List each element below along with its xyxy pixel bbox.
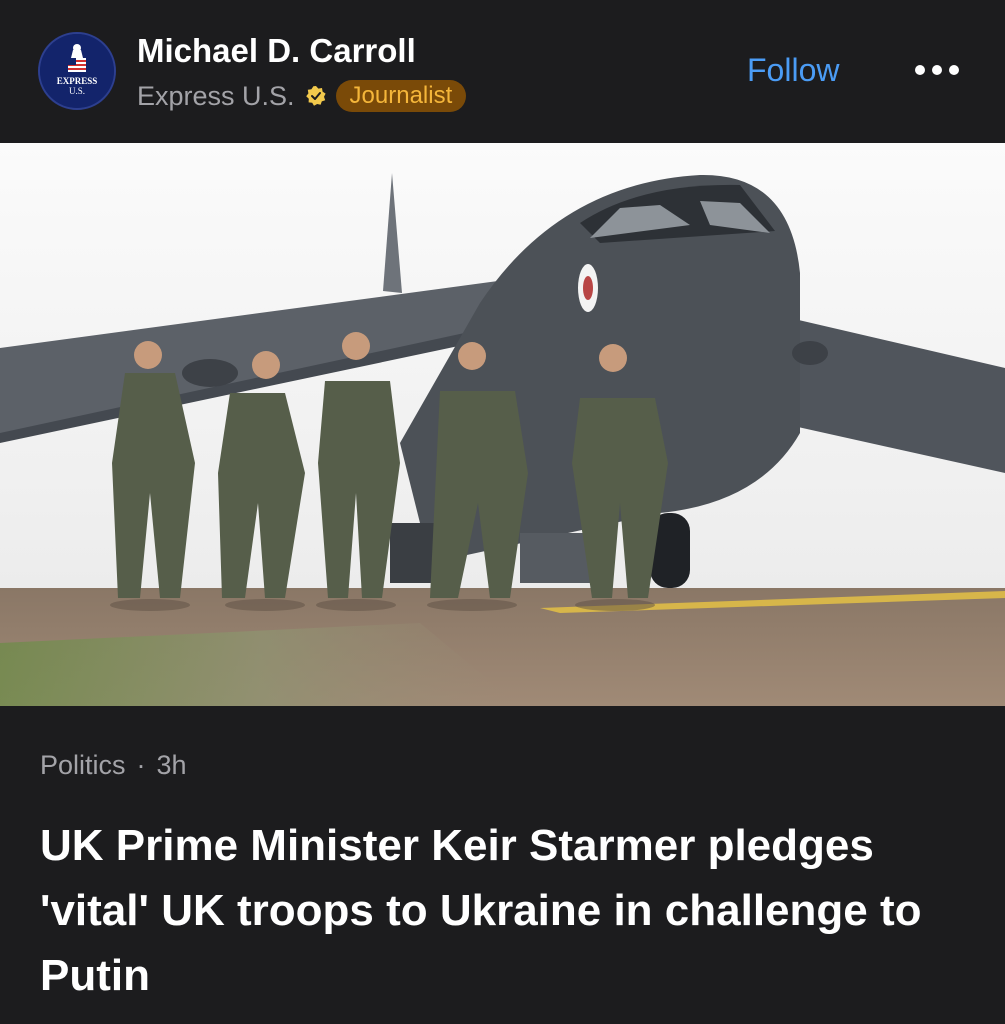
article-meta: Politics · 3h [40,750,187,781]
more-options-icon[interactable] [912,60,962,80]
category-label[interactable]: Politics [40,750,126,780]
author-name[interactable]: Michael D. Carroll [137,32,416,70]
time-ago: 3h [156,750,187,780]
verified-badge-icon [305,86,326,106]
avatar-text-top: EXPRESS [57,76,98,86]
journalist-badge: Journalist [335,80,467,112]
avatar-text-bottom: U.S. [69,86,85,96]
follow-button[interactable]: Follow [747,52,839,89]
photo-illustration [0,143,1005,706]
article-photo[interactable] [0,143,1005,706]
publisher-avatar[interactable]: EXPRESS U.S. [38,32,116,110]
source-name[interactable]: Express U.S. [137,81,295,112]
article-headline[interactable]: UK Prime Minister Keir Starmer pledges '… [40,813,970,1008]
post-header: EXPRESS U.S. Michael D. Carroll Express … [0,0,1005,143]
source-row: Express U.S. Journalist [137,78,467,114]
express-logo-icon: EXPRESS U.S. [40,34,114,108]
meta-separator: · [136,750,146,780]
